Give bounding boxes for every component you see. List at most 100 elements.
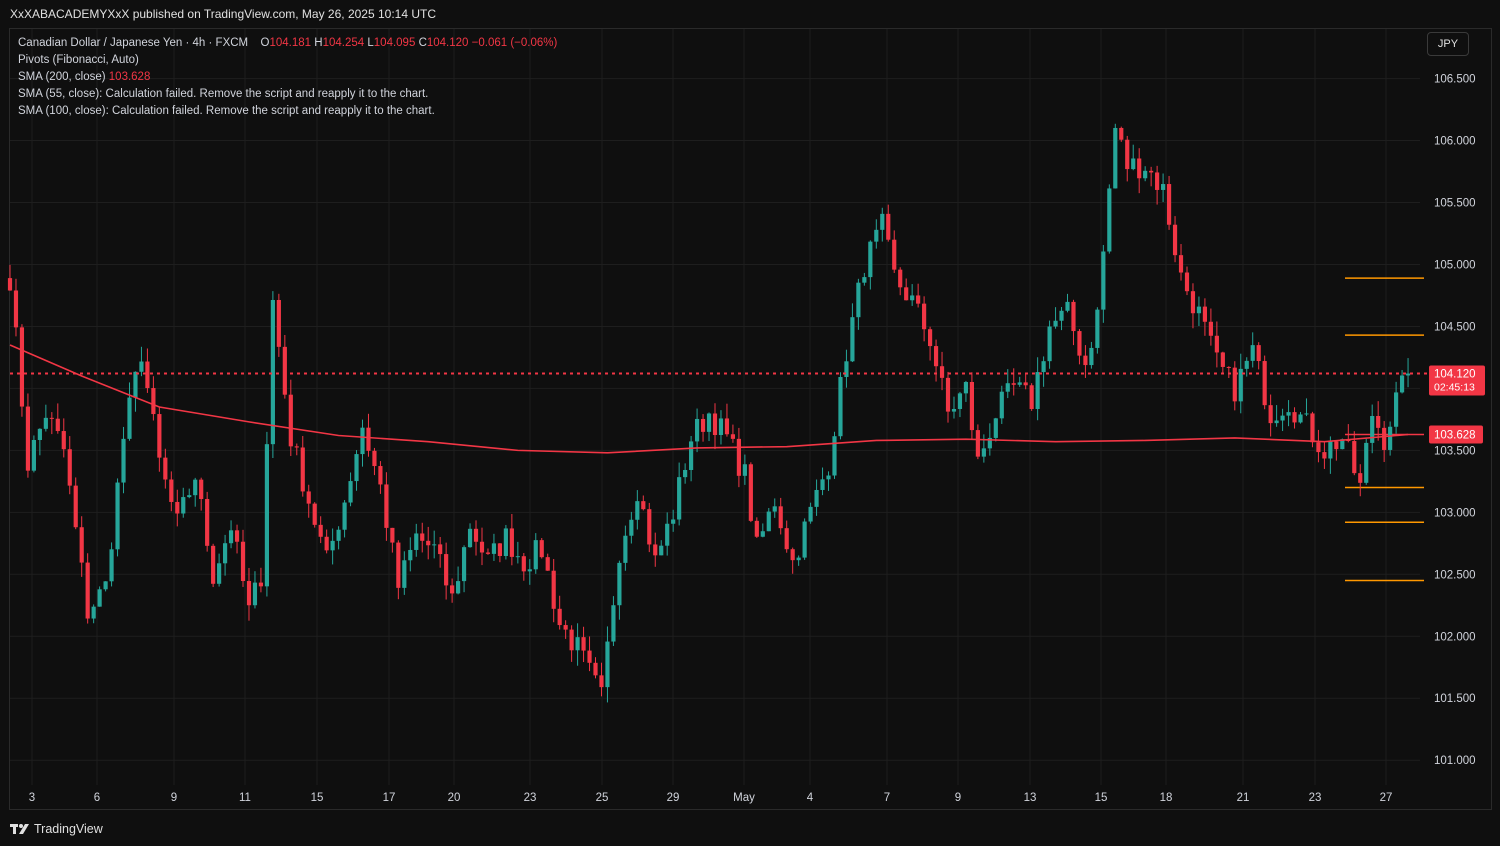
- price-tick: 106.000: [1434, 136, 1476, 148]
- candle-up: [31, 439, 36, 471]
- candle-down: [1083, 355, 1088, 366]
- candle-down: [175, 501, 180, 514]
- candle-down: [509, 528, 514, 557]
- time-tick: 23: [1309, 792, 1322, 804]
- time-tick: 17: [383, 792, 396, 804]
- candle-up: [348, 481, 353, 503]
- price-tick: 106.500: [1434, 74, 1476, 86]
- price-tick: 102.500: [1434, 569, 1476, 581]
- candle-up: [1250, 345, 1255, 361]
- candle-up: [503, 528, 508, 556]
- change-value: −0.061 (−0.06%): [471, 37, 558, 49]
- candlestick-chart[interactable]: 101.000 101.500 102.000 102.500 103.000 103.5…: [0, 0, 1500, 846]
- candle-down: [916, 295, 921, 304]
- candle-down: [545, 557, 550, 571]
- candle-up: [850, 317, 855, 362]
- bottom-bar: [0, 812, 1500, 846]
- candle-up: [527, 569, 532, 572]
- candle-up: [1304, 413, 1309, 415]
- candle-down: [569, 629, 574, 651]
- candle-up: [802, 521, 807, 558]
- time-tick: 4: [807, 792, 814, 804]
- candle-up: [37, 428, 42, 440]
- time-tick: 9: [955, 792, 961, 804]
- candle-down: [557, 608, 562, 626]
- tradingview-logo[interactable]: TradingView: [10, 822, 103, 836]
- candle-down: [438, 544, 443, 555]
- sma200-label: SMA (200, close): [18, 71, 106, 83]
- candle-up: [605, 641, 610, 688]
- candle-down: [485, 552, 491, 554]
- candle-down: [1166, 184, 1172, 225]
- candle-up: [874, 229, 879, 242]
- high-label: H: [314, 37, 323, 49]
- candle-up: [1095, 309, 1100, 348]
- candle-down: [1184, 272, 1190, 292]
- candle-down: [157, 414, 162, 458]
- time-tick: 29: [667, 792, 680, 804]
- candle-down: [25, 406, 31, 471]
- currency-button[interactable]: JPY: [1427, 32, 1469, 56]
- candle-up: [181, 497, 186, 514]
- time-tick: 15: [1095, 792, 1108, 804]
- candle-down: [1310, 413, 1315, 443]
- candle-down: [1190, 291, 1196, 314]
- candle-down: [1172, 224, 1178, 256]
- candle-down: [288, 394, 293, 447]
- candle-up: [217, 563, 222, 584]
- candle-up: [1370, 416, 1375, 443]
- time-tick: 20: [448, 792, 461, 804]
- sma-price-tag: 103.628: [1429, 425, 1483, 444]
- pivots-legend[interactable]: Pivots (Fibonacci, Auto): [18, 52, 557, 69]
- candle-up: [665, 523, 670, 546]
- candle-down: [426, 540, 431, 546]
- sma55-legend[interactable]: SMA (55, close): Calculation failed. Rem…: [18, 86, 557, 103]
- candle-up: [880, 213, 885, 230]
- price-tick: 103.000: [1434, 507, 1476, 519]
- candle-up: [533, 540, 538, 570]
- candle-down: [258, 582, 264, 587]
- candle-up: [336, 529, 341, 541]
- candle-down: [163, 457, 168, 480]
- candle-down: [1268, 405, 1273, 424]
- candle-up: [264, 444, 269, 587]
- candle-down: [778, 506, 783, 529]
- candle-up: [1047, 326, 1052, 362]
- time-tick: 25: [596, 792, 609, 804]
- symbol-name: Canadian Dollar / Japanese Yen · 4h · FX…: [18, 37, 249, 49]
- candle-up: [629, 519, 634, 536]
- price-tick: 105.000: [1434, 259, 1476, 271]
- price-tick: 102.000: [1434, 631, 1476, 643]
- candle-up: [461, 547, 467, 582]
- candle-down: [324, 536, 329, 551]
- candle-down: [246, 581, 252, 606]
- candle-up: [1107, 188, 1112, 252]
- candle-up: [1101, 251, 1106, 310]
- time-tick: May: [733, 792, 755, 804]
- candle-down: [939, 366, 945, 378]
- candle-down: [724, 418, 730, 435]
- candle-up: [414, 533, 419, 550]
- candle-up: [742, 464, 747, 476]
- candle-down: [312, 503, 317, 525]
- candle-up: [1244, 360, 1249, 369]
- sma-price-label: 103.628: [1434, 430, 1476, 442]
- candle-down: [653, 544, 658, 556]
- candle-up: [1161, 184, 1166, 190]
- candle-up: [1286, 412, 1291, 416]
- candle-up: [635, 501, 640, 520]
- candle-down: [79, 527, 84, 563]
- candle-up: [814, 489, 819, 507]
- candle-up: [91, 606, 96, 619]
- sma200-legend[interactable]: SMA (200, close) 103.628: [18, 69, 557, 86]
- candle-down: [1178, 255, 1184, 273]
- sma100-legend[interactable]: SMA (100, close): Calculation failed. Re…: [18, 103, 557, 120]
- time-tick: 23: [524, 792, 537, 804]
- open-label: O: [260, 37, 270, 49]
- ohlc-line: Canadian Dollar / Japanese Yen · 4h · FX…: [18, 35, 557, 52]
- candle-up: [844, 361, 849, 377]
- candle-down: [1125, 139, 1130, 170]
- candle-up: [330, 540, 335, 551]
- candle-up: [1394, 392, 1399, 427]
- candle-down: [366, 427, 371, 451]
